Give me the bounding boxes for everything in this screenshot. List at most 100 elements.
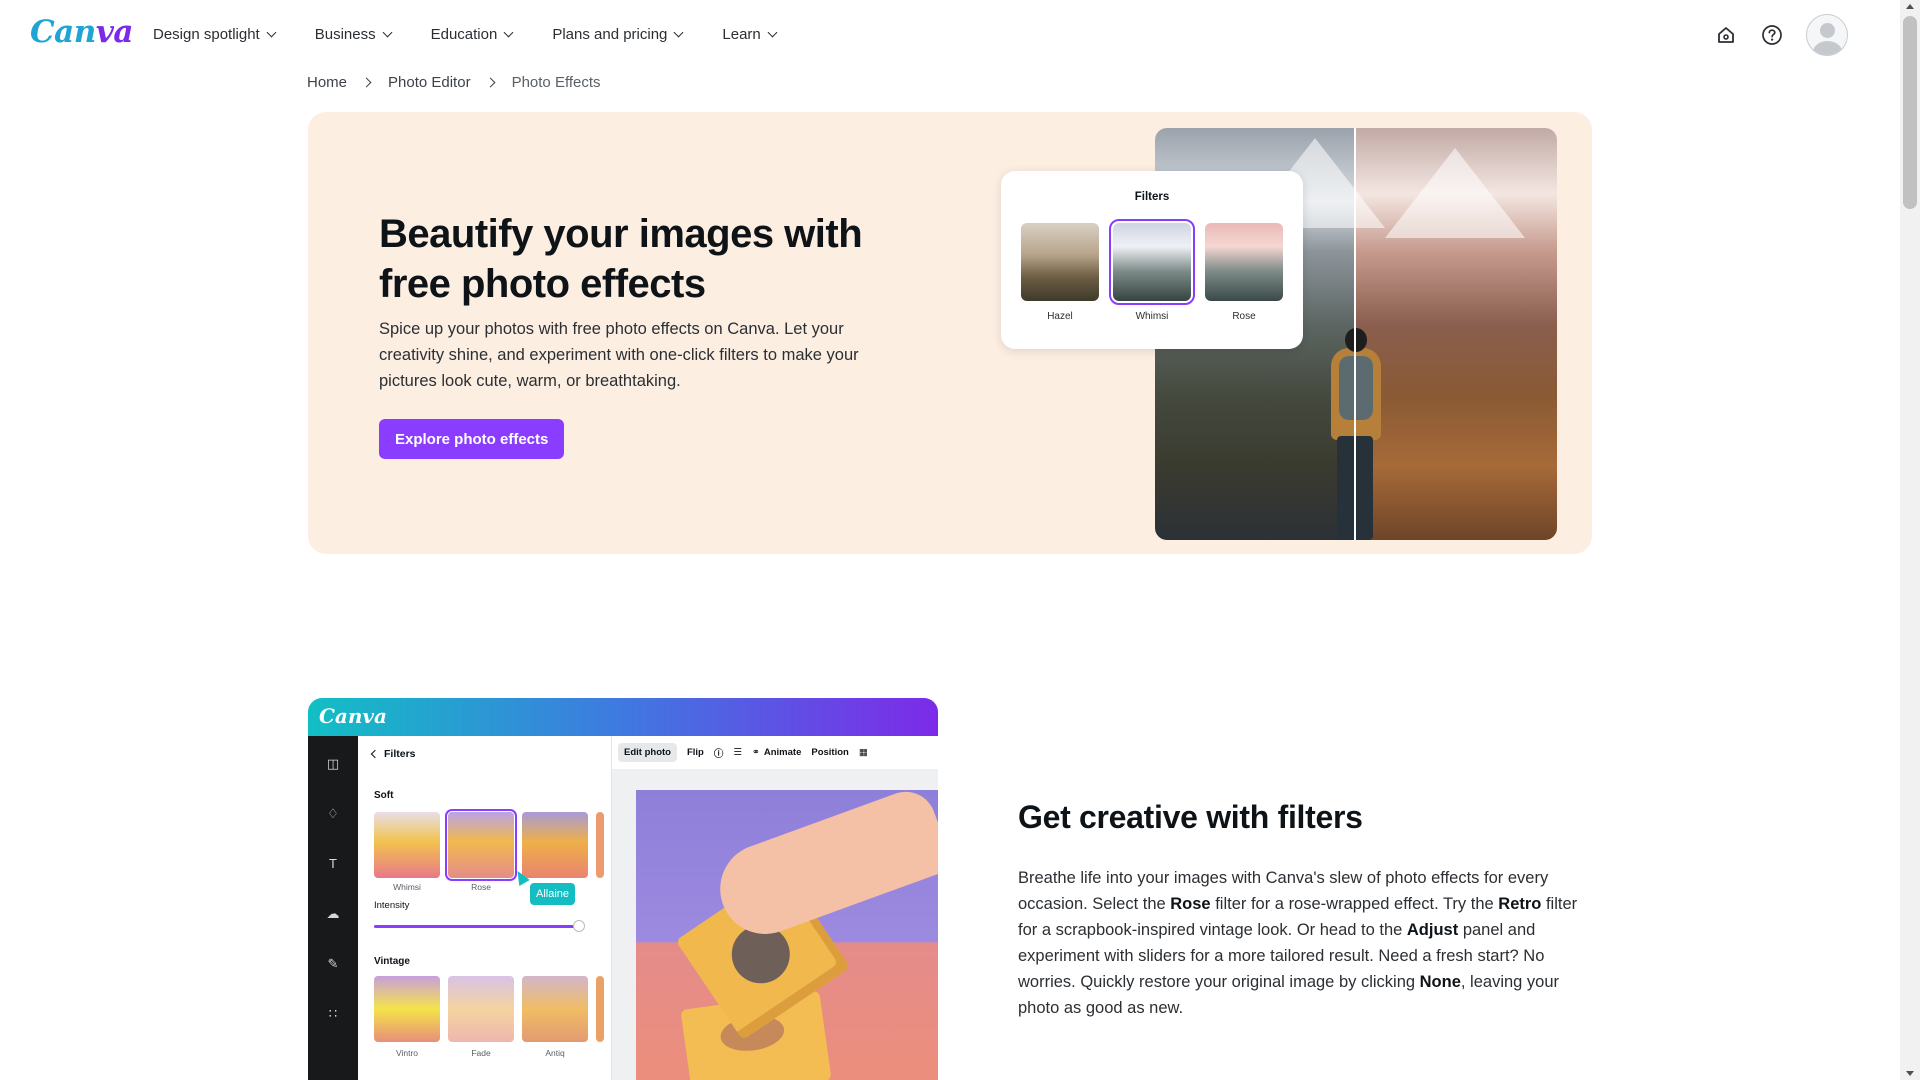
animate-label: Animate: [763, 747, 802, 758]
chevron-down-icon: [767, 27, 778, 38]
filter-thumbnail-fade: [448, 976, 514, 1042]
apps-grid-icon: ∷: [328, 1006, 338, 1021]
desc-text: filter for a rose-wrapped effect. Try th…: [1210, 895, 1499, 913]
logo-text-a: Can: [30, 14, 96, 50]
chevron-down-icon: [266, 27, 277, 38]
nav-design-spotlight[interactable]: Design spotlight: [153, 26, 277, 43]
nav-label: Learn: [722, 26, 761, 43]
help-icon[interactable]: [1760, 23, 1784, 47]
nav-learn[interactable]: Learn: [722, 26, 778, 43]
filter-thumbnail: [596, 812, 604, 878]
editor-canvas: [612, 770, 938, 1080]
chevron-down-icon: [673, 27, 684, 38]
desc-bold-rose: Rose: [1170, 895, 1211, 913]
filter-thumbnail-rose[interactable]: [1205, 223, 1283, 301]
templates-icon: ◫: [326, 756, 340, 771]
canvas-photo: [636, 790, 938, 1080]
nav-label: Plans and pricing: [552, 26, 668, 43]
hand-shape: [707, 790, 938, 947]
filter-thumbnail-vintro: [374, 976, 440, 1042]
filters-card-title: Filters: [1134, 191, 1170, 203]
nav-actions: [1714, 14, 1848, 56]
desc-bold-retro: Retro: [1498, 895, 1542, 913]
animate-icon: ⚭: [751, 747, 760, 758]
nav-label: Business: [314, 26, 376, 43]
chevron-down-icon: [382, 27, 393, 38]
nav-business[interactable]: Business: [314, 26, 393, 43]
feature-title: Get creative with filters: [1018, 799, 1363, 835]
panel-title: Filters: [384, 748, 416, 760]
breadcrumb-photo-editor[interactable]: Photo Editor: [388, 74, 471, 91]
feature-description: Breathe life into your images with Canva…: [1018, 865, 1590, 1021]
upload-cloud-icon: ☁: [326, 906, 340, 921]
hero-title: Beautify your images with free photo eff…: [379, 212, 863, 306]
filter-thumbnail-antiq: [522, 976, 588, 1042]
top-navigation: Canva Design spotlight Business Educatio…: [0, 0, 1900, 72]
elements-icon: ♢: [327, 806, 339, 821]
chevron-right-icon: [361, 77, 372, 88]
filter-thumbnail-whimsi[interactable]: [1109, 219, 1195, 305]
scroll-up-arrow-icon[interactable]: [1906, 4, 1914, 9]
menu-lines-icon: ☰: [733, 747, 742, 758]
section-label-soft: Soft: [374, 790, 394, 801]
filters-card: Filters Hazel Whimsi Rose: [1001, 171, 1303, 349]
hiker-head-shape: [1345, 328, 1367, 352]
transparency-icon: ▦: [858, 747, 868, 758]
canva-logo[interactable]: Canva: [30, 14, 133, 50]
filter-thumbnail-hazel[interactable]: [1021, 223, 1099, 301]
home-icon[interactable]: [1714, 23, 1738, 47]
mountain-peak-shape: [1385, 148, 1525, 238]
user-avatar[interactable]: [1806, 14, 1848, 56]
chevron-left-icon: [370, 749, 380, 759]
avatar-head-shape: [1820, 23, 1835, 38]
filter-thumbnail: [596, 976, 604, 1042]
avatar-body-shape: [1813, 41, 1842, 55]
filter-label: Vintro: [395, 1048, 419, 1058]
nav-label: Design spotlight: [153, 26, 260, 43]
toolbar-animate: ⚭ Animate: [752, 747, 801, 758]
chevron-down-icon: [503, 27, 514, 38]
filter-label: Hazel: [1047, 311, 1073, 322]
filter-label: Fade: [471, 1048, 491, 1058]
logo-text-b: va: [95, 14, 134, 50]
breadcrumb-current: Photo Effects: [511, 74, 601, 91]
breadcrumb: Home Photo Editor Photo Effects: [307, 74, 601, 91]
filter-label: Antiq: [545, 1048, 565, 1058]
editor-mockup-header: Canva: [308, 698, 938, 736]
main-menu: Design spotlight Business Education Plan…: [153, 26, 816, 43]
user-cursor-tooltip: Allaine: [530, 883, 576, 905]
toolbar-position: Position: [811, 747, 849, 758]
filter-thumbnail-whimsi: [374, 812, 440, 878]
editor-mockup: Canva ◫ ♢ T ☁ ✎ ∷ Filters Soft Whimsi Ro…: [308, 698, 938, 1080]
nav-education[interactable]: Education: [430, 26, 514, 43]
filter-thumbnail-rose: [445, 809, 517, 881]
filter-label: Rose: [471, 882, 491, 892]
nav-plans-pricing[interactable]: Plans and pricing: [552, 26, 684, 43]
hiker-backpack-shape: [1339, 356, 1373, 420]
scroll-down-arrow-icon[interactable]: [1906, 1071, 1914, 1076]
chevron-right-icon: [485, 77, 496, 88]
desc-bold-none: None: [1419, 973, 1461, 991]
filters-panel: Filters Soft Whimsi Rose Intensity Vinta…: [358, 736, 612, 1080]
hero-section: Beautify your images with free photo eff…: [308, 112, 1592, 554]
explore-photo-effects-button[interactable]: Explore photo effects: [379, 419, 565, 459]
editor-sidebar: ◫ ♢ T ☁ ✎ ∷: [308, 736, 358, 1080]
hero-description: Spice up your photos with free photo eff…: [379, 320, 859, 390]
info-icon: ⓘ: [713, 748, 724, 760]
editor-toolbar: Edit photo Flip ⓘ ☰ ⚭ Animate Position ▦: [612, 736, 938, 770]
draw-icon: ✎: [327, 956, 339, 971]
page-scrollbar[interactable]: [1900, 0, 1920, 1080]
intensity-slider-track: [374, 925, 580, 928]
scrollbar-thumb[interactable]: [1903, 16, 1917, 209]
section-label-vintage: Vintage: [374, 956, 410, 967]
breadcrumb-home[interactable]: Home: [307, 74, 347, 91]
nav-label: Education: [430, 26, 498, 43]
text-icon: T: [329, 856, 337, 871]
desc-bold-adjust: Adjust: [1406, 921, 1459, 939]
filter-thumbnail: [522, 812, 588, 878]
filter-label: Whimsi: [393, 882, 421, 892]
before-after-divider[interactable]: [1354, 128, 1356, 540]
intensity-label: Intensity: [374, 900, 410, 911]
toolbar-edit-photo: Edit photo: [618, 743, 677, 762]
filter-label: Whimsi: [1135, 311, 1169, 322]
